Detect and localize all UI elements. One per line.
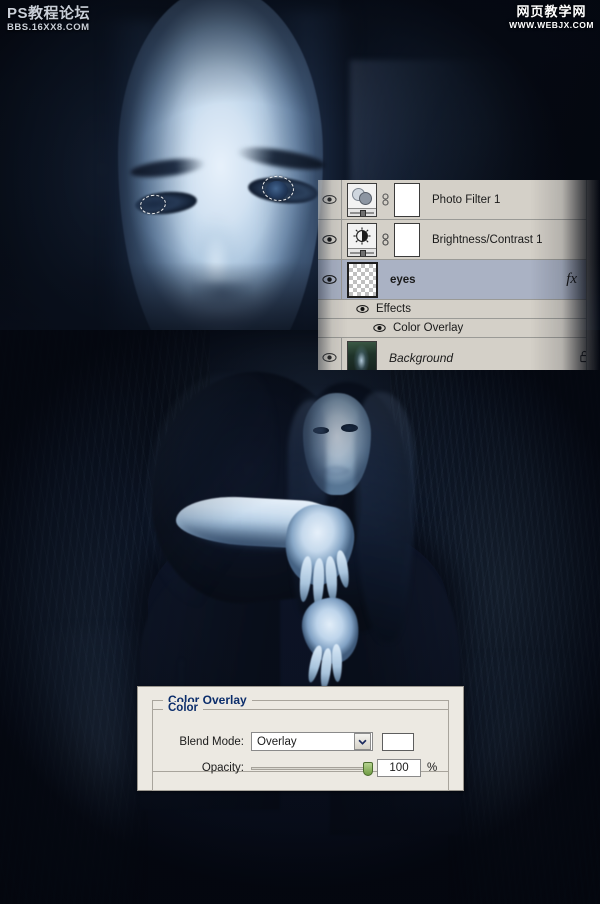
layer-row-color-overlay[interactable]: Color Overlay bbox=[318, 319, 600, 338]
layer-thumbnails bbox=[342, 222, 420, 257]
opacity-label: Opacity: bbox=[201, 762, 244, 774]
watermark-right-title: 网页教学网 bbox=[516, 4, 587, 19]
eye-icon bbox=[322, 235, 337, 244]
layer-row-photo-filter-1[interactable]: Photo Filter 1 bbox=[318, 180, 600, 220]
chain-link-glyph bbox=[382, 232, 389, 246]
watermark-right-url: WWW.WEBJX.COM bbox=[509, 19, 594, 30]
layer-name-effects: Effects bbox=[376, 303, 411, 315]
eye-icon bbox=[322, 275, 337, 284]
brightness-contrast-icon bbox=[348, 224, 376, 248]
eye-icon bbox=[322, 353, 337, 362]
layers-panel[interactable]: Photo Filter 1 Brightness/Contrast 1 eye… bbox=[318, 180, 600, 378]
layer-name-eyes: eyes bbox=[390, 273, 416, 286]
opacity-slider[interactable] bbox=[251, 761, 373, 776]
chevron-down-icon[interactable] bbox=[354, 733, 371, 750]
watermark-right: 网页教学网 WWW.WEBJX.COM bbox=[509, 5, 594, 30]
layer-row-effects[interactable]: Effects bbox=[318, 300, 600, 319]
watermark-left-url: BBS.16XX8.COM bbox=[7, 21, 90, 33]
layer-visibility-toggle[interactable] bbox=[318, 220, 342, 259]
photo-filter-thumbnail[interactable] bbox=[347, 182, 377, 217]
layer-name-background: Background bbox=[389, 350, 454, 365]
layer-mask-thumbnail[interactable] bbox=[394, 182, 420, 217]
layer-name-photo-filter-1: Photo Filter 1 bbox=[432, 193, 501, 206]
background-thumbnail-art bbox=[348, 341, 376, 374]
layer-visibility-toggle[interactable] bbox=[318, 260, 342, 299]
chain-link-glyph bbox=[382, 192, 389, 206]
blend-mode-label: Blend Mode: bbox=[179, 735, 244, 748]
opacity-slider-handle[interactable] bbox=[363, 761, 373, 776]
thumbnail-slider bbox=[348, 247, 376, 256]
blend-mode-select[interactable]: Overlay bbox=[251, 732, 373, 751]
layer-name-color-overlay: Color Overlay bbox=[393, 322, 464, 334]
watermark-left: PS教程论坛 BBS.16XX8.COM bbox=[7, 6, 90, 33]
layer-visibility-toggle[interactable] bbox=[318, 180, 342, 219]
opacity-row: Opacity: 100 % bbox=[163, 759, 437, 777]
thumbnail-slider bbox=[348, 207, 376, 216]
photoshop-screenshot: PS教程论坛 BBS.16XX8.COM 网页教学网 WWW.WEBJX.COM bbox=[0, 0, 600, 904]
eye-icon[interactable] bbox=[373, 323, 386, 333]
brightness-contrast-thumbnail[interactable] bbox=[347, 222, 377, 257]
chevron-down-glyph bbox=[358, 739, 367, 745]
link-icon[interactable] bbox=[381, 232, 390, 247]
fx-icon[interactable]: fx bbox=[566, 271, 577, 288]
transparent-checker-thumbnail[interactable] bbox=[347, 261, 378, 298]
layer-row-eyes[interactable]: eyes fx ▲ bbox=[318, 260, 600, 300]
layers-panel-scrollbar[interactable] bbox=[586, 180, 600, 370]
sun-glyph bbox=[353, 226, 371, 245]
layer-thumbnails bbox=[342, 261, 378, 298]
layer-mask-thumbnail[interactable] bbox=[394, 222, 420, 257]
layer-thumbnails bbox=[342, 182, 420, 217]
color-group-title: Color bbox=[163, 702, 204, 714]
layer-thumbnails bbox=[342, 340, 377, 375]
eye-icon bbox=[322, 195, 337, 204]
background-photo-thumbnail[interactable] bbox=[347, 340, 377, 375]
watermark-left-title: PS教程论坛 bbox=[7, 5, 91, 22]
layer-row-brightness-contrast-1[interactable]: Brightness/Contrast 1 bbox=[318, 220, 600, 260]
layer-name-brightness-contrast-1: Brightness/Contrast 1 bbox=[432, 233, 543, 246]
link-icon[interactable] bbox=[381, 192, 390, 207]
color-overlay-dialog[interactable]: Color Overlay Color Blend Mode: Overlay … bbox=[137, 686, 464, 791]
blend-mode-value: Overlay bbox=[257, 735, 297, 748]
overlay-color-swatch[interactable] bbox=[382, 732, 414, 751]
photo-filter-icon bbox=[348, 184, 376, 208]
opacity-input[interactable]: 100 bbox=[377, 759, 421, 777]
opacity-unit: % bbox=[427, 762, 438, 774]
transparency-checker bbox=[349, 263, 376, 296]
blend-mode-row: Blend Mode: Overlay bbox=[163, 732, 414, 751]
eye-icon[interactable] bbox=[356, 304, 369, 314]
